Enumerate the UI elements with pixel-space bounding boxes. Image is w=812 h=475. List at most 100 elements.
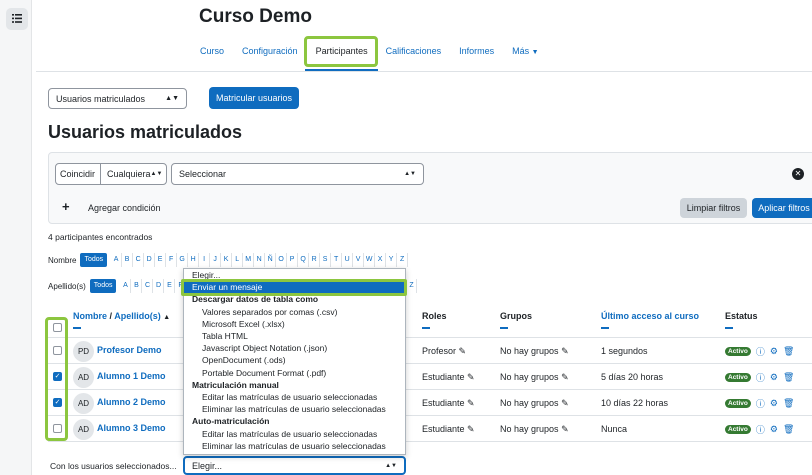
dropdown-option[interactable]: Microsoft Excel (.xlsx) [184,319,405,330]
tab-curso[interactable]: Curso [200,46,224,56]
first-initial-letter[interactable]: F [166,253,178,267]
first-initial-letter[interactable]: P [287,253,299,267]
dropdown-option[interactable]: Valores separados por comas (.csv) [184,307,405,318]
filter-type-select[interactable]: Seleccionar ▲▼ [171,163,424,185]
pencil-icon[interactable]: ✎ [459,346,467,356]
info-icon[interactable]: ⓘ [756,423,765,436]
first-name-all-button[interactable]: Todos [80,253,108,267]
tab-mas[interactable]: Más ▼ [512,46,538,56]
status-badge: Activo [725,399,751,408]
first-initial-letter[interactable]: D [144,253,156,267]
collapse-column-dash[interactable] [73,327,81,329]
first-initial-letter[interactable]: L [232,253,244,267]
status-cell: Activo ⓘ ⚙ 🗑 [725,345,794,358]
first-initial-letter[interactable]: Ñ [265,253,277,267]
gear-icon[interactable]: ⚙ [770,398,778,409]
first-initial-letter[interactable]: M [243,253,255,267]
dropdown-option[interactable]: Eliminar las matrículas de usuario selec… [184,441,405,452]
bulk-action-select[interactable]: Elegir... ▲▼ [183,456,406,475]
pencil-icon[interactable]: ✎ [467,398,475,408]
user-profile-link[interactable]: Profesor Demo [97,345,162,355]
pencil-icon[interactable]: ✎ [561,424,569,434]
groups-value: No hay grupos [500,398,559,408]
enrol-users-button[interactable]: Matricular usuarios [209,87,299,109]
pencil-icon[interactable]: ✎ [561,398,569,408]
tab-calificaciones[interactable]: Calificaciones [386,46,442,56]
pencil-icon[interactable]: ✎ [561,372,569,382]
trash-icon[interactable]: 🗑 [783,346,794,357]
first-initial-letter[interactable]: Q [298,253,310,267]
clear-filters-button[interactable]: Limpiar filtros [680,198,747,218]
dropdown-option[interactable]: OpenDocument (.ods) [184,355,405,366]
first-initial-letter[interactable]: Z [397,253,409,267]
dropdown-option[interactable]: Tabla HTML [184,331,405,342]
first-initial-letter[interactable]: U [342,253,354,267]
collapse-column-dash[interactable] [500,327,508,329]
pencil-icon[interactable]: ✎ [467,424,475,434]
first-initial-letter[interactable]: X [375,253,387,267]
first-initial-letter[interactable]: W [364,253,376,267]
apply-filters-button[interactable]: Aplicar filtros [752,198,812,218]
remove-filter-icon[interactable]: ✕ [792,168,804,180]
last-initial-letter[interactable]: E [164,279,176,293]
collapse-column-dash[interactable] [422,327,430,329]
trash-icon[interactable]: 🗑 [783,424,794,435]
first-initial-letter[interactable]: A [111,253,123,267]
first-initial-letter[interactable]: J [210,253,222,267]
info-icon[interactable]: ⓘ [756,345,765,358]
first-initial-letter[interactable]: K [221,253,233,267]
enrolment-method-select[interactable]: Usuarios matriculados ▲▼ [48,88,187,109]
match-select[interactable]: Coincidir Cualquiera ▲▼ [55,163,167,185]
sort-last-access-link[interactable]: Último acceso al curso [601,311,699,321]
drawer-toggle-button[interactable] [6,8,28,30]
first-initial-letter[interactable]: T [331,253,343,267]
name-column-header: Nombre / Apellido(s) ▲ [73,311,170,329]
first-initial-letter[interactable]: V [353,253,365,267]
first-initial-letter[interactable]: C [133,253,145,267]
info-icon[interactable]: ⓘ [756,371,765,384]
trash-icon[interactable]: 🗑 [783,398,794,409]
last-initial-letter[interactable]: B [131,279,143,293]
gear-icon[interactable]: ⚙ [770,346,778,357]
first-initial-letter[interactable]: G [177,253,189,267]
first-initial-letter[interactable]: S [320,253,332,267]
collapse-column-dash[interactable] [601,327,609,329]
gear-icon[interactable]: ⚙ [770,372,778,383]
first-initial-letter[interactable]: O [276,253,288,267]
add-condition-link[interactable]: Agregar condición [88,203,161,213]
dropdown-option[interactable]: Editar las matrículas de usuario selecci… [184,429,405,440]
match-value-box: Cualquiera ▲▼ [100,164,168,184]
dropdown-option[interactable]: Javascript Object Notation (.json) [184,343,405,354]
last-name-all-button[interactable]: Todos [89,279,117,293]
user-profile-link[interactable]: Alumno 2 Demo [97,397,166,407]
user-profile-link[interactable]: Alumno 1 Demo [97,371,166,381]
dropdown-option[interactable]: Eliminar las matrículas de usuario selec… [184,404,405,415]
first-initial-letter[interactable]: I [199,253,211,267]
info-icon[interactable]: ⓘ [756,397,765,410]
last-initial-letter[interactable]: A [120,279,132,293]
last-initial-letter[interactable]: Z [406,279,418,293]
plus-icon[interactable]: + [62,200,70,213]
tab-configuracion[interactable]: Configuración [242,46,298,56]
trash-icon[interactable]: 🗑 [783,372,794,383]
collapse-column-dash[interactable] [725,327,733,329]
pencil-icon[interactable]: ✎ [561,346,569,356]
sort-first-name-link[interactable]: Nombre [73,311,107,321]
user-profile-link[interactable]: Alumno 3 Demo [97,423,166,433]
row-divider [48,337,812,338]
last-initial-letter[interactable]: D [153,279,165,293]
first-initial-letter[interactable]: Y [386,253,398,267]
avatar-initials: PD [77,347,90,356]
first-initial-letter[interactable]: E [155,253,167,267]
sort-last-name-link[interactable]: Apellido(s) [114,311,161,321]
last-initial-letter[interactable]: C [142,279,154,293]
first-initial-letter[interactable]: H [188,253,200,267]
tab-informes[interactable]: Informes [459,46,494,56]
gear-icon[interactable]: ⚙ [770,424,778,435]
pencil-icon[interactable]: ✎ [467,372,475,382]
dropdown-option[interactable]: Editar las matrículas de usuario selecci… [184,392,405,403]
dropdown-option[interactable]: Portable Document Format (.pdf) [184,368,405,379]
first-initial-letter[interactable]: R [309,253,321,267]
first-initial-letter[interactable]: B [122,253,134,267]
first-initial-letter[interactable]: N [254,253,266,267]
